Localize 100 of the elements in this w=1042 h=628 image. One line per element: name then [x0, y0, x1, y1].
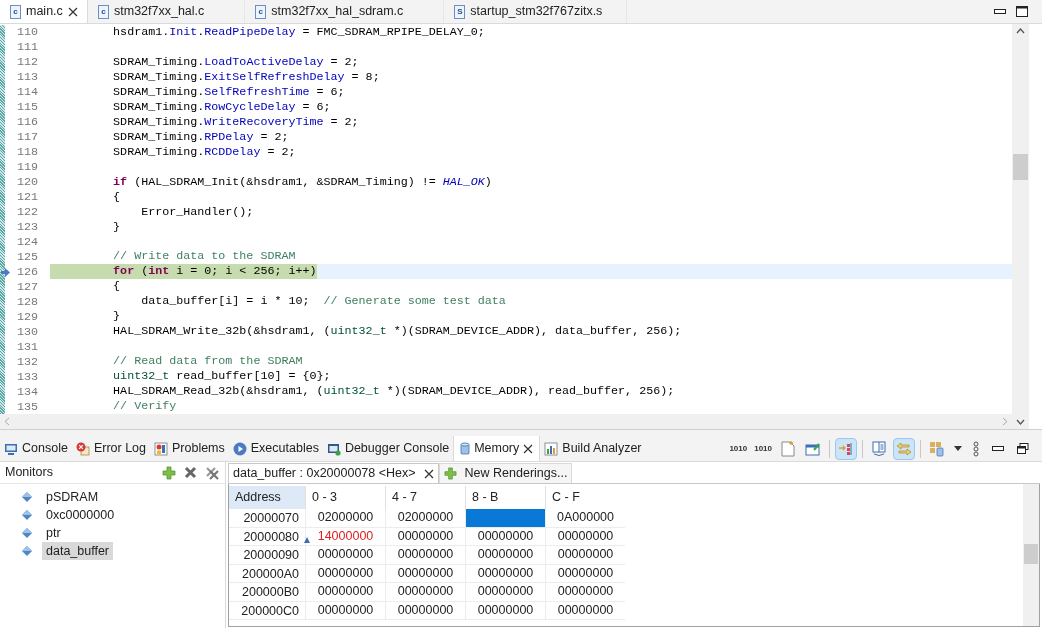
- close-icon[interactable]: [523, 443, 534, 454]
- binary-button[interactable]: 1010: [752, 437, 774, 460]
- file-icon: c: [10, 4, 21, 19]
- rendering-tab[interactable]: New Renderings...: [438, 463, 573, 483]
- minimize-icon[interactable]: [994, 8, 1006, 15]
- memory-cell[interactable]: 02000000: [397, 508, 454, 528]
- memory-cell[interactable]: 00000000: [397, 526, 454, 546]
- view-tab[interactable]: Problems: [150, 436, 229, 461]
- close-icon[interactable]: [67, 6, 78, 17]
- maximize-icon[interactable]: [1016, 6, 1028, 17]
- view-tab[interactable]: Debugger Console: [322, 436, 454, 461]
- memory-cell[interactable]: 00000000: [397, 582, 454, 602]
- chart-icon: [544, 441, 559, 456]
- memory-cell[interactable]: 00000000: [317, 563, 374, 583]
- line-number: 111: [16, 40, 39, 55]
- diamond-icon: [22, 528, 32, 538]
- editor-tab[interactable]: c stm32f7xx_hal_sdram.c: [245, 0, 445, 23]
- file-icon: c: [98, 4, 109, 19]
- memory-cell[interactable]: 00000000: [557, 582, 614, 602]
- view-tab[interactable]: Error Log: [71, 436, 150, 461]
- code-line: // Read data from the SDRAM: [112, 354, 303, 369]
- line-number: 116: [16, 115, 39, 130]
- selected-cell[interactable]: [466, 509, 545, 527]
- code-line: }: [112, 309, 121, 325]
- editor-tab[interactable]: c main.c: [0, 0, 88, 23]
- memory-cell[interactable]: 00000000: [477, 582, 534, 602]
- error-log-icon: [75, 441, 90, 456]
- tab-label: Problems: [172, 440, 225, 458]
- link-icon[interactable]: [835, 437, 857, 460]
- monitor-icon: [4, 441, 18, 456]
- vertical-scrollbar[interactable]: [1023, 484, 1039, 626]
- code-line: SDRAM_Timing.RCDDelay = 2;: [112, 144, 296, 160]
- monitor-item[interactable]: data_buffer: [42, 542, 114, 560]
- memory-cell[interactable]: 00000000: [557, 600, 614, 620]
- line-number: 121: [16, 190, 39, 205]
- memory-cell[interactable]: 00000000: [397, 563, 454, 583]
- add-icon[interactable]: [162, 465, 176, 480]
- view-tab[interactable]: Build Analyzer: [540, 436, 646, 461]
- memory-cell[interactable]: 00000000: [317, 582, 374, 602]
- rendering-tab[interactable]: data_buffer : 0x20000078 <Hex>: [228, 463, 439, 483]
- remove-all-icon[interactable]: [205, 465, 219, 480]
- line-number: 127: [16, 280, 39, 295]
- code-line: {: [112, 279, 121, 295]
- memory-cell[interactable]: 00000000: [317, 545, 374, 565]
- tab-label: New Renderings...: [464, 465, 568, 483]
- line-number: 135: [16, 400, 39, 414]
- line-number: 118: [16, 145, 39, 160]
- code-line: Error_Handler();: [140, 204, 254, 220]
- line-number: 112: [16, 55, 39, 70]
- debugger-console-icon: [326, 441, 341, 456]
- scroll-thumb[interactable]: [1013, 154, 1028, 180]
- memory-cell[interactable]: 00000000: [317, 600, 374, 620]
- horizontal-scrollbar[interactable]: [0, 414, 1012, 429]
- memory-cell[interactable]: 00000000: [557, 545, 614, 565]
- swap-icon[interactable]: [893, 437, 915, 460]
- monitor-item[interactable]: pSDRAM: [42, 488, 103, 506]
- editor-tab[interactable]: c stm32f7xx_hal.c: [88, 0, 246, 23]
- add-icon: [443, 467, 457, 480]
- line-number: 133: [16, 370, 39, 385]
- view-tab[interactable]: Console: [0, 436, 72, 461]
- memory-cell[interactable]: 00000000: [477, 545, 534, 565]
- line-number: 124: [16, 235, 39, 250]
- tab-label: stm32f7xx_hal_sdram.c: [271, 3, 404, 21]
- code-line: SDRAM_Timing.WriteRecoveryTime = 2;: [112, 114, 359, 130]
- line-number: 131: [16, 340, 39, 355]
- code-line: SDRAM_Timing.RowCycleDelay = 6;: [112, 99, 331, 115]
- file-icon: c: [255, 4, 267, 19]
- memory-cell[interactable]: 00000000: [397, 545, 454, 565]
- memory-cell[interactable]: 00000000: [557, 526, 614, 546]
- memory-cell[interactable]: 00000000: [557, 563, 614, 583]
- memory-cell[interactable]: 0A000000: [557, 508, 614, 528]
- monitor-item[interactable]: 0xc0000000: [42, 506, 119, 524]
- line-number: 128: [16, 295, 39, 310]
- line-number: 123: [16, 220, 39, 235]
- line-number: 130: [16, 325, 39, 340]
- column-header: 0 - 3: [305, 486, 385, 509]
- view-tab[interactable]: Memory: [453, 436, 541, 461]
- memory-cell[interactable]: 02000000: [317, 508, 374, 528]
- view-tab[interactable]: Executables: [228, 436, 323, 461]
- memory-cell[interactable]: 14000000: [317, 526, 374, 546]
- memory-cell[interactable]: 00000000: [477, 526, 534, 546]
- scroll-thumb[interactable]: [1024, 544, 1038, 564]
- line-number: 122: [16, 205, 39, 220]
- memory-cell[interactable]: 00000000: [397, 600, 454, 620]
- address-cell-text: 20000070: [242, 510, 300, 527]
- memory-cell[interactable]: 00000000: [477, 563, 534, 583]
- tab-label: Error Log: [93, 440, 146, 458]
- problems-icon: [154, 441, 168, 456]
- monitor-item[interactable]: ptr: [42, 524, 65, 542]
- remove-icon[interactable]: [184, 466, 197, 479]
- address-cell-text: 200000C0: [240, 602, 300, 619]
- close-icon[interactable]: [423, 468, 434, 479]
- editor-tab[interactable]: S startup_stm32f767zitx.s: [444, 0, 628, 23]
- line-number: 114: [16, 85, 39, 100]
- binary-button[interactable]: 1010: [727, 437, 750, 460]
- memory-cell[interactable]: 00000000: [477, 600, 534, 620]
- tab-label: Console: [22, 440, 68, 458]
- line-number: 129: [16, 310, 39, 325]
- vertical-scrollbar[interactable]: [1012, 24, 1029, 429]
- address-cell-text: 200000A0: [241, 565, 300, 582]
